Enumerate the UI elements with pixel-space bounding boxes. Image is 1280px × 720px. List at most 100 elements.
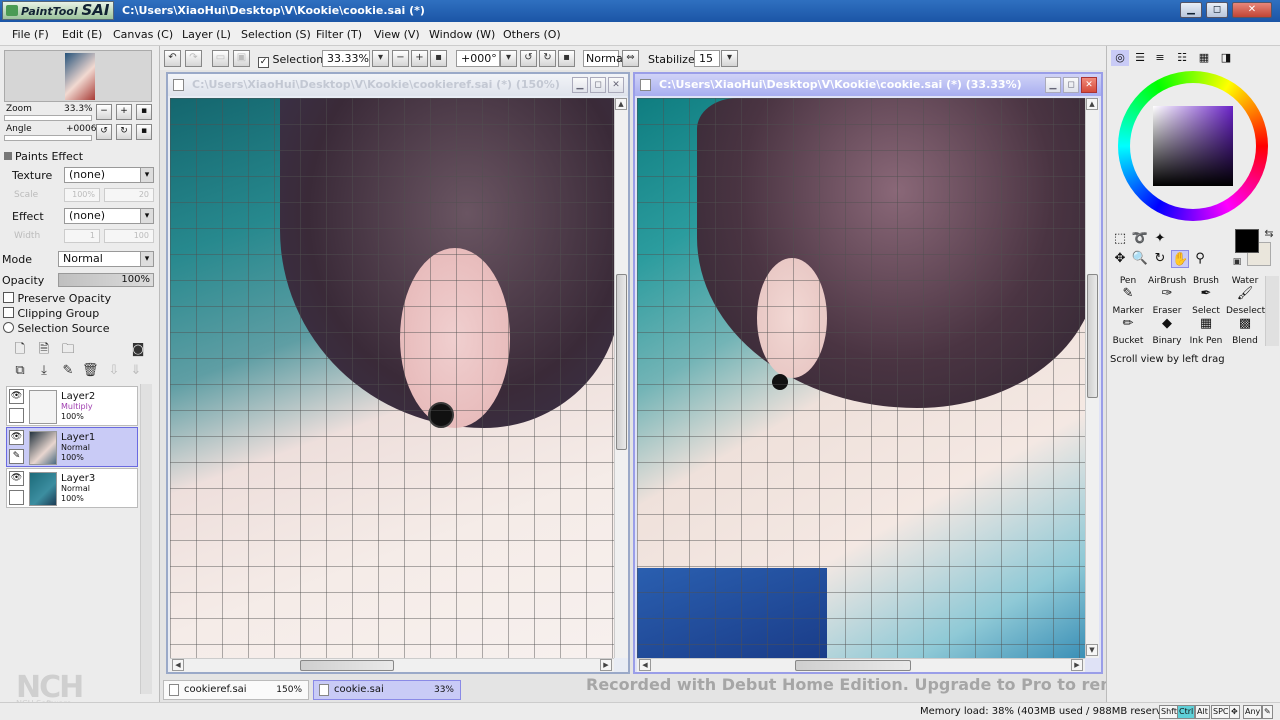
- flip-icon[interactable]: ⇔: [622, 50, 639, 67]
- rgb-slider-tab-icon[interactable]: ☰: [1131, 50, 1149, 66]
- menu-file[interactable]: File (F): [12, 28, 49, 41]
- horizontal-scroll-thumb[interactable]: [300, 660, 394, 671]
- menu-view[interactable]: View (V): [374, 28, 420, 41]
- navigator-thumbnail[interactable]: [4, 50, 152, 102]
- preserve-opacity-checkbox[interactable]: Preserve Opacity: [3, 292, 111, 305]
- tool-marker[interactable]: Marker ✏: [1109, 306, 1147, 336]
- selection-checkbox[interactable]: ✓: [258, 57, 269, 68]
- doc-minimize-button[interactable]: ▁: [1045, 77, 1061, 93]
- horizontal-scroll-thumb[interactable]: [795, 660, 911, 671]
- lock-box[interactable]: [9, 490, 24, 505]
- nav-rotate-left-icon[interactable]: ↺: [96, 124, 112, 140]
- nav-rotate-reset-icon[interactable]: ▪: [136, 124, 152, 140]
- nav-angle-slider[interactable]: [4, 135, 92, 141]
- selection-toggle[interactable]: ✓ Selection: [258, 53, 323, 68]
- canvas-cookie[interactable]: [637, 98, 1085, 658]
- vertical-scrollbar[interactable]: ▲ ▼: [1085, 98, 1099, 658]
- menu-window[interactable]: Window (W): [429, 28, 495, 41]
- nav-zoom-slider[interactable]: [4, 115, 92, 121]
- tool-bucket[interactable]: Bucket: [1109, 336, 1147, 346]
- transfer-icon[interactable]: ⇩: [106, 363, 122, 379]
- layer-row-layer2[interactable]: 👁 Layer2 Multiply 100%: [6, 386, 138, 426]
- move-icon[interactable]: ✥: [1111, 250, 1129, 268]
- tool-brush[interactable]: Brush ✒: [1187, 276, 1225, 306]
- layer-scrollbar[interactable]: [140, 384, 152, 694]
- swatches-tab-icon[interactable]: ▦: [1195, 50, 1213, 66]
- zoom-input[interactable]: 33.33%: [322, 50, 370, 67]
- opacity-slider[interactable]: 100%: [58, 273, 154, 287]
- clipping-group-box[interactable]: [3, 307, 14, 318]
- nav-rotate-right-icon[interactable]: ↻: [116, 124, 132, 140]
- canvas-cookieref[interactable]: [170, 98, 614, 658]
- lasso-icon[interactable]: ➰: [1131, 230, 1149, 248]
- new-layer-icon[interactable]: 🗋: [12, 342, 28, 358]
- doc-minimize-button[interactable]: ▁: [572, 77, 588, 93]
- brush-icon[interactable]: ✎: [9, 449, 24, 464]
- maximize-button[interactable]: ◻: [1206, 2, 1228, 18]
- preserve-opacity-box[interactable]: [3, 292, 14, 303]
- paints-effect-header[interactable]: Paints Effect: [4, 150, 83, 163]
- zoom-icon[interactable]: 🔍: [1131, 250, 1149, 268]
- menu-selection[interactable]: Selection (S): [241, 28, 311, 41]
- foreground-color-swatch[interactable]: [1235, 229, 1259, 253]
- delete-layer-icon[interactable]: 🗑: [82, 363, 99, 379]
- nav-zoom-out-icon[interactable]: −: [96, 104, 112, 120]
- scroll-down-icon[interactable]: ▼: [1086, 644, 1098, 656]
- rotate-left-icon[interactable]: ↺: [520, 50, 537, 67]
- eye-icon[interactable]: 👁: [9, 389, 24, 404]
- menu-edit[interactable]: Edit (E): [62, 28, 102, 41]
- undo-icon[interactable]: ↶: [164, 50, 181, 67]
- horizontal-scrollbar[interactable]: ◀ ▶: [637, 658, 1085, 672]
- minimize-button[interactable]: ▁: [1180, 2, 1202, 18]
- vertical-scroll-thumb[interactable]: [616, 274, 627, 450]
- scroll-right-icon[interactable]: ▶: [1071, 659, 1083, 671]
- scratchpad-tab-icon[interactable]: ◨: [1217, 50, 1235, 66]
- clear-layer-icon[interactable]: ✎: [60, 363, 76, 379]
- new-folder-icon[interactable]: 🗀: [60, 342, 76, 358]
- scroll-up-icon[interactable]: ▲: [1086, 98, 1098, 110]
- hand-icon[interactable]: ✋: [1171, 250, 1189, 268]
- new-linework-layer-icon[interactable]: 🗎: [36, 342, 52, 358]
- tab-cookie[interactable]: cookie.sai 33%: [313, 680, 461, 700]
- close-button[interactable]: ✕: [1232, 2, 1272, 18]
- tab-cookieref[interactable]: cookieref.sai 150%: [163, 680, 309, 700]
- menu-canvas[interactable]: Canvas (C): [113, 28, 173, 41]
- color-mixer-tab-icon[interactable]: ☷: [1173, 50, 1191, 66]
- menu-layer[interactable]: Layer (L): [182, 28, 231, 41]
- rotate-reset-icon[interactable]: ▪: [558, 50, 575, 67]
- tool-pen[interactable]: Pen ✎: [1109, 276, 1147, 306]
- tool-deselect[interactable]: Deselect ▩: [1226, 306, 1265, 336]
- texture-select[interactable]: (none): [64, 167, 154, 183]
- layer-mode-select[interactable]: Normal: [58, 251, 154, 267]
- color-wheel-tab-icon[interactable]: ◎: [1111, 50, 1129, 66]
- scroll-left-icon[interactable]: ◀: [639, 659, 651, 671]
- zoom-dropdown-icon[interactable]: ▾: [372, 50, 389, 67]
- swap-colors-icon[interactable]: ⇆: [1261, 226, 1277, 242]
- eye-icon[interactable]: 👁: [9, 430, 24, 445]
- doc-close-button[interactable]: ✕: [608, 77, 624, 93]
- zoom-out-icon[interactable]: −: [392, 50, 409, 67]
- hsv-slider-tab-icon[interactable]: ≡: [1151, 50, 1169, 66]
- tool-ink-pen[interactable]: Ink Pen: [1187, 336, 1225, 346]
- rotate-icon[interactable]: ↻: [1151, 250, 1169, 268]
- rect-select-icon[interactable]: ⬚: [1111, 230, 1129, 248]
- menu-filter[interactable]: Filter (T): [316, 28, 362, 41]
- tool-water[interactable]: Water 🖌: [1226, 276, 1264, 306]
- rotation-dropdown-icon[interactable]: ▾: [500, 50, 517, 67]
- saturation-value-box[interactable]: [1153, 106, 1233, 186]
- vertical-scroll-thumb[interactable]: [1087, 274, 1098, 398]
- zoom-reset-icon[interactable]: ▪: [430, 50, 447, 67]
- tool-scrollbar[interactable]: [1265, 276, 1279, 346]
- layer-row-layer3[interactable]: 👁 Layer3 Normal 100%: [6, 468, 138, 508]
- tool-binary[interactable]: Binary: [1148, 336, 1186, 346]
- nav-zoom-in-icon[interactable]: +: [116, 104, 132, 120]
- tool-eraser[interactable]: Eraser ◆: [1148, 306, 1186, 336]
- mask-icon[interactable]: ◙: [130, 342, 146, 358]
- deselect-icon[interactable]: ▭: [212, 50, 229, 67]
- lock-box[interactable]: [9, 408, 24, 423]
- vertical-scrollbar[interactable]: ▲: [614, 98, 628, 658]
- merge-visible-icon[interactable]: ⇓: [128, 363, 144, 379]
- merge-down-icon[interactable]: ⤓: [36, 363, 52, 379]
- scroll-left-icon[interactable]: ◀: [172, 659, 184, 671]
- blend-mode-select[interactable]: Normal: [583, 50, 626, 67]
